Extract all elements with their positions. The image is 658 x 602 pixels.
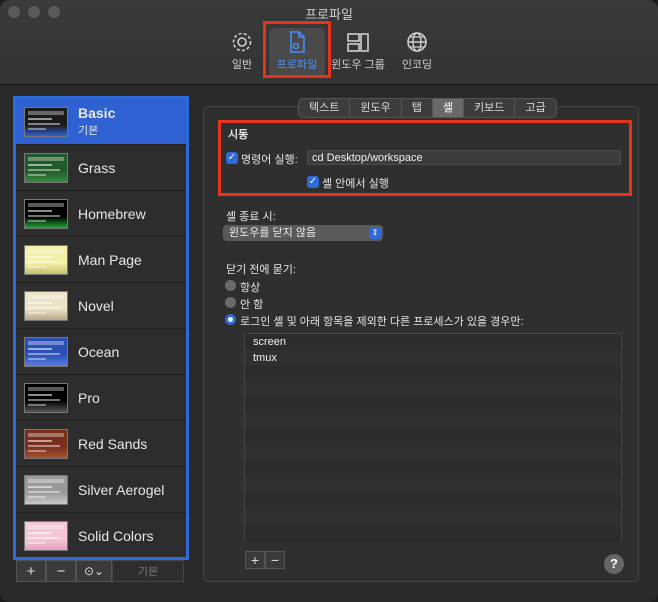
- run-command-label: 명령어 실행:: [241, 154, 298, 166]
- run-command-checkbox[interactable]: ✓: [226, 152, 238, 164]
- settings-tabs: 텍스트 윈도우 탭 셸 키보드 고급: [298, 98, 557, 118]
- tab-4[interactable]: 키보드: [464, 99, 516, 117]
- profile-item[interactable]: Homebrew: [16, 191, 186, 237]
- profile-thumbnail: [24, 244, 68, 275]
- profile-item[interactable]: Red Sands: [16, 421, 186, 467]
- profile-item[interactable]: Novel: [16, 283, 186, 329]
- tab-3[interactable]: 셸: [432, 99, 464, 117]
- tab-1[interactable]: 윈도우: [350, 99, 402, 117]
- toolbar-general[interactable]: 일반: [214, 28, 270, 78]
- profile-list[interactable]: Basic 기본 Grass Homebrew Man Page Novel Ocean Pr…: [13, 96, 189, 560]
- on-exit-select[interactable]: 윈도우를 닫지 않음 ⇕: [223, 225, 383, 241]
- remove-profile-button[interactable]: −: [46, 560, 76, 582]
- toolbar-general-label: 일반: [231, 59, 253, 71]
- profile-default-label: 기본: [78, 125, 99, 137]
- profile-list-controls: + − ⊙⌄ 기본: [16, 560, 184, 582]
- process-list-row: [245, 366, 621, 382]
- profile-thumbnail: [24, 198, 68, 229]
- profile-item[interactable]: Ocean: [16, 329, 186, 375]
- process-list-row: [245, 382, 621, 398]
- profile-name: Solid Colors: [78, 527, 154, 544]
- process-list-row: [245, 414, 621, 430]
- ask-conditional-radio[interactable]: [225, 314, 236, 325]
- profile-thumbnail: [24, 336, 68, 367]
- process-list-row: [245, 526, 621, 542]
- process-list-controls: + −: [245, 551, 285, 569]
- run-inside-shell-checkbox[interactable]: ✓: [307, 176, 319, 188]
- tab-0[interactable]: 텍스트: [299, 99, 351, 117]
- profile-item[interactable]: Pro: [16, 375, 186, 421]
- process-list-row: [245, 398, 621, 414]
- process-list-row: [245, 478, 621, 494]
- profile-name: Homebrew: [78, 205, 146, 222]
- help-button[interactable]: ?: [604, 554, 624, 574]
- profile-name: Pro: [78, 389, 100, 406]
- process-list-row: [245, 510, 621, 526]
- toolbar-window-groups[interactable]: 윈도우 그룹: [329, 28, 387, 78]
- on-exit-heading: 셸 종료 시:: [226, 211, 276, 223]
- process-list-row: [245, 494, 621, 510]
- profile-name: Grass: [78, 159, 116, 176]
- run-command-input[interactable]: cd Desktop/workspace: [307, 150, 621, 165]
- profile-item[interactable]: Solid Colors: [16, 513, 186, 557]
- profile-thumbnail: [24, 520, 68, 551]
- on-exit-selected-value: 윈도우를 닫지 않음: [229, 227, 317, 239]
- profile-thumbnail: [24, 106, 68, 137]
- process-list-row: [245, 462, 621, 478]
- profile-item[interactable]: Silver Aerogel: [16, 467, 186, 513]
- preferences-window: 프로파일 일반 프로파일 윈도우 그룹 인코딩 Basic 기본 Grass H…: [0, 0, 658, 602]
- tab-2[interactable]: 탭: [402, 99, 433, 117]
- profile-thumbnail: [24, 428, 68, 459]
- startup-heading: 시동: [228, 129, 249, 141]
- ask-conditional-label: 로그인 셸 및 아래 항목을 제외한 다른 프로세스가 있을 경우만:: [240, 316, 524, 328]
- ask-before-close-heading: 닫기 전에 묻기:: [226, 264, 296, 276]
- process-list-row: [245, 430, 621, 446]
- profiles-highlight-box: [263, 21, 331, 78]
- globe-icon: [407, 32, 427, 52]
- profile-thumbnail: [24, 152, 68, 183]
- ask-never-radio[interactable]: [225, 297, 236, 308]
- profile-name: Red Sands: [78, 435, 148, 452]
- remove-process-button[interactable]: −: [265, 551, 285, 569]
- toolbar: 프로파일 일반 프로파일 윈도우 그룹 인코딩: [0, 0, 658, 85]
- profile-name: Man Page: [78, 251, 142, 268]
- profile-name: Basic: [78, 105, 116, 121]
- process-list-row[interactable]: tmux: [245, 350, 621, 366]
- window-groups-icon: [347, 33, 369, 52]
- add-profile-button[interactable]: +: [16, 560, 46, 582]
- profile-thumbnail: [24, 290, 68, 321]
- profile-item[interactable]: Man Page: [16, 237, 186, 283]
- ask-always-label: 항상: [240, 282, 261, 294]
- profile-name: Ocean: [78, 343, 120, 360]
- profile-name: Silver Aerogel: [78, 481, 165, 498]
- tab-5[interactable]: 고급: [515, 99, 555, 117]
- toolbar-window-groups-label: 윈도우 그룹: [331, 59, 385, 71]
- profile-actions-menu-button[interactable]: ⊙⌄: [76, 560, 112, 582]
- profile-thumbnail: [24, 382, 68, 413]
- profile-item[interactable]: Grass: [16, 145, 186, 191]
- process-list-row: [245, 446, 621, 462]
- toolbar-encodings[interactable]: 인코딩: [389, 28, 445, 78]
- profile-thumbnail: [24, 474, 68, 505]
- chevron-updown-icon: ⇕: [369, 227, 381, 239]
- ask-never-label: 안 함: [240, 299, 264, 311]
- ask-always-radio[interactable]: [225, 280, 236, 291]
- process-list-row[interactable]: screen: [245, 334, 621, 350]
- profile-name: Novel: [78, 297, 114, 314]
- run-inside-shell-label: 셸 안에서 실행: [322, 178, 389, 190]
- toolbar-encodings-label: 인코딩: [401, 59, 433, 71]
- add-process-button[interactable]: +: [245, 551, 265, 569]
- gear-icon: [232, 32, 252, 52]
- profile-item[interactable]: Basic 기본: [16, 99, 186, 145]
- set-default-button[interactable]: 기본: [112, 560, 184, 582]
- process-exception-list[interactable]: screen tmux: [244, 333, 622, 542]
